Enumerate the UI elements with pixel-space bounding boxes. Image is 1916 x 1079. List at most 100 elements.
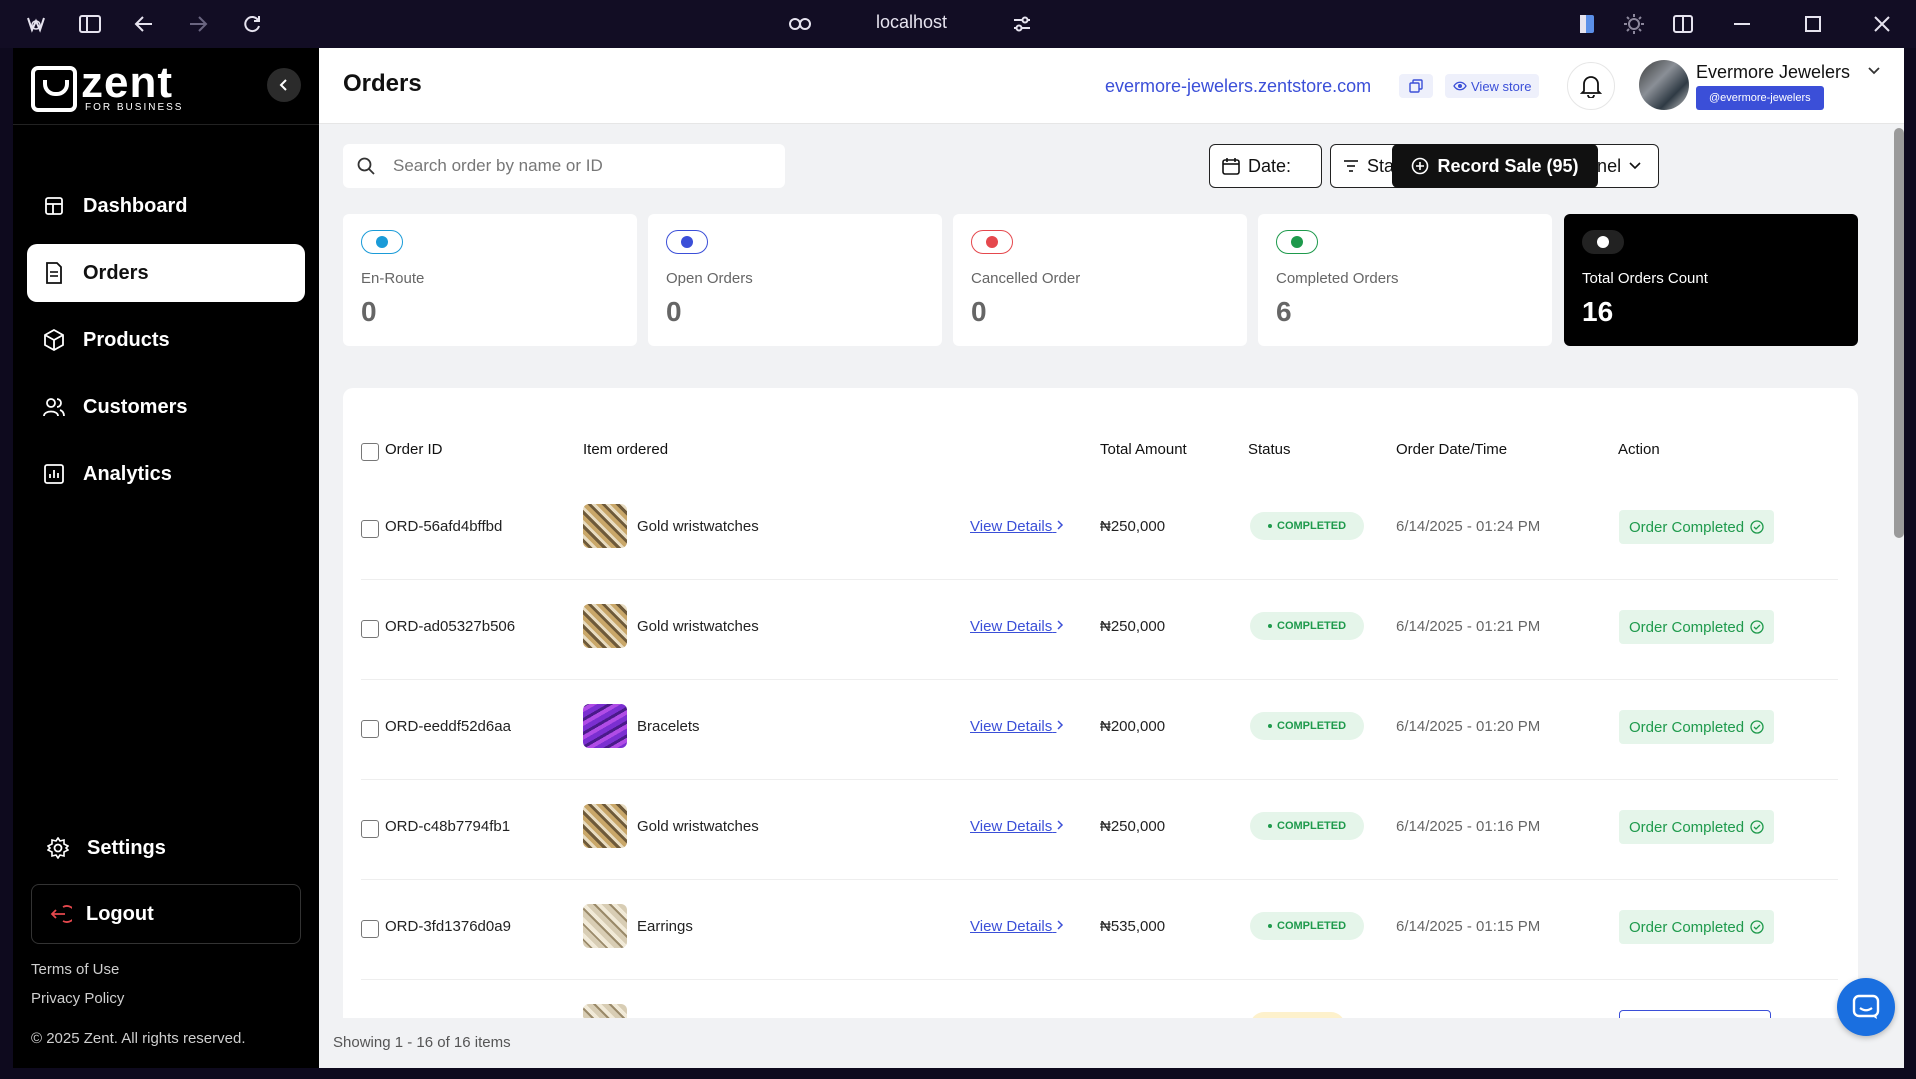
view-details-link[interactable]: View Details (970, 918, 1064, 935)
view-details-link[interactable]: View Details (970, 518, 1064, 535)
terms-link[interactable]: Terms of Use (31, 961, 119, 978)
row-checkbox[interactable] (361, 620, 379, 638)
site-settings-icon[interactable] (1010, 12, 1034, 36)
table-row: ORD-eeddf52d6aa Bracelets View Details ₦20… (343, 680, 1858, 780)
action-label: Order Completed (1629, 718, 1745, 736)
order-id: ORD-3fd1376d0a9 (385, 918, 511, 935)
order-completed-button[interactable]: Order Completed (1619, 810, 1775, 844)
notifications-button[interactable] (1567, 62, 1615, 110)
extension-icon[interactable] (1575, 12, 1599, 36)
store-url-link[interactable]: evermore-jewelers.zentstore.com (1105, 76, 1371, 97)
sidebar-item-customers[interactable]: Customers (27, 378, 305, 436)
reload-icon[interactable] (240, 12, 264, 36)
close-icon[interactable] (1870, 12, 1894, 36)
view-details-label: View Details (970, 518, 1053, 535)
total-amount: ₦535,000 (1100, 918, 1166, 935)
business-name[interactable]: Evermore Jewelers (1696, 62, 1850, 83)
chevron-right-icon (1057, 520, 1064, 530)
view-details-label: View Details (970, 718, 1053, 735)
order-completed-button[interactable]: Order Completed (1619, 710, 1775, 744)
split-view-icon[interactable] (1671, 12, 1695, 36)
row-checkbox[interactable] (361, 520, 379, 538)
zent-logo[interactable]: zent FOR BUSINESS (31, 58, 183, 113)
record-sale-button[interactable]: Record Sale (95) (1392, 144, 1598, 188)
order-id: ORD-ad05327b506 (385, 618, 516, 635)
sidebar-item-settings[interactable]: Settings (31, 819, 309, 877)
logo-word: zent (81, 58, 173, 107)
forward-icon[interactable] (186, 12, 210, 36)
date-filter-button[interactable]: Date: (1209, 144, 1322, 188)
sidebar-item-dashboard[interactable]: Dashboard (27, 177, 305, 235)
col-amount[interactable]: Total Amount (1100, 441, 1187, 458)
status-badge: COMPLETED (1250, 712, 1365, 740)
col-order-id[interactable]: Order ID (385, 441, 443, 458)
view-store-button[interactable]: View store (1445, 74, 1540, 98)
stat-card-open-orders[interactable]: Open Orders 0 (648, 214, 942, 346)
row-checkbox[interactable] (361, 820, 379, 838)
chat-button[interactable] (1837, 978, 1895, 1036)
page-header: Orders evermore-jewelers.zentstore.com V… (319, 48, 1904, 124)
col-status[interactable]: Status (1248, 441, 1291, 458)
view-details-label: View Details (970, 618, 1053, 635)
row-checkbox[interactable] (361, 720, 379, 738)
search-box[interactable] (343, 144, 785, 188)
plus-circle-icon (1412, 157, 1429, 175)
address-bar[interactable]: localhost (876, 12, 947, 33)
bug-icon[interactable] (1622, 12, 1646, 36)
action-label: Order Completed (1629, 518, 1745, 536)
stat-card-completed[interactable]: Completed Orders 6 (1258, 214, 1552, 346)
maximize-icon[interactable] (1801, 12, 1825, 36)
view-details-link[interactable]: View Details (970, 718, 1064, 735)
check-circle-icon (1750, 620, 1764, 634)
select-all-checkbox[interactable] (361, 443, 379, 461)
check-circle-icon (1750, 720, 1764, 734)
search-input[interactable] (393, 156, 753, 176)
view-store-label: View store (1471, 78, 1532, 94)
row-checkbox[interactable] (361, 920, 379, 938)
view-details-link[interactable]: View Details (970, 618, 1064, 635)
stat-card-en-route[interactable]: En-Route 0 (343, 214, 637, 346)
sidebar-item-products[interactable]: Products (27, 311, 305, 369)
order-completed-button[interactable]: Order Completed (1619, 610, 1775, 644)
col-date[interactable]: Order Date/Time (1396, 441, 1507, 458)
stat-label: En-Route (361, 270, 425, 287)
avatar[interactable] (1639, 60, 1689, 110)
stat-value: 6 (1276, 296, 1292, 327)
privacy-link[interactable]: Privacy Policy (31, 990, 124, 1007)
sidebar-item-analytics[interactable]: Analytics (27, 445, 305, 503)
link-icon[interactable] (788, 12, 812, 36)
back-icon[interactable] (132, 12, 156, 36)
order-date: 6/14/2025 - 01:21 PM (1396, 618, 1541, 635)
status-text: COMPLETED (1277, 720, 1347, 732)
status-badge: COMPLETED (1250, 612, 1365, 640)
eye-icon (1453, 81, 1467, 91)
minimize-icon[interactable] (1730, 12, 1754, 36)
browser-logo-icon[interactable] (24, 12, 48, 36)
sidebar-item-orders[interactable]: Orders (27, 244, 305, 302)
filter-icon (1344, 160, 1358, 172)
scrollbar-thumb[interactable] (1894, 128, 1904, 538)
col-action[interactable]: Action (1618, 441, 1660, 458)
total-amount: ₦250,000 (1100, 618, 1166, 635)
stat-card-total[interactable]: Total Orders Count 16 (1564, 214, 1858, 346)
chevron-down-icon[interactable] (1867, 66, 1881, 76)
stat-card-cancelled[interactable]: Cancelled Order 0 (953, 214, 1247, 346)
stat-label: Total Orders Count (1582, 270, 1708, 287)
logout-button[interactable]: Logout (31, 884, 301, 944)
sidebar-toggle-icon[interactable] (78, 12, 102, 36)
order-completed-button[interactable]: Order Completed (1619, 510, 1775, 544)
stat-value: 0 (666, 296, 682, 327)
product-thumbnail (583, 604, 627, 648)
table-header: Order ID Item ordered Total Amount Statu… (343, 436, 1858, 464)
view-details-link[interactable]: View Details (970, 818, 1064, 835)
check-circle-icon (1750, 820, 1764, 834)
copy-url-button[interactable] (1399, 74, 1433, 98)
order-completed-button[interactable]: Order Completed (1619, 910, 1775, 944)
status-text: COMPLETED (1277, 520, 1347, 532)
logout-label: Logout (86, 902, 154, 925)
collapse-sidebar-button[interactable] (267, 68, 301, 102)
action-label: Order Completed (1629, 918, 1745, 936)
status-dot-icon (666, 230, 708, 254)
col-item[interactable]: Item ordered (583, 441, 668, 458)
date-filter-label: Date: (1248, 155, 1292, 176)
